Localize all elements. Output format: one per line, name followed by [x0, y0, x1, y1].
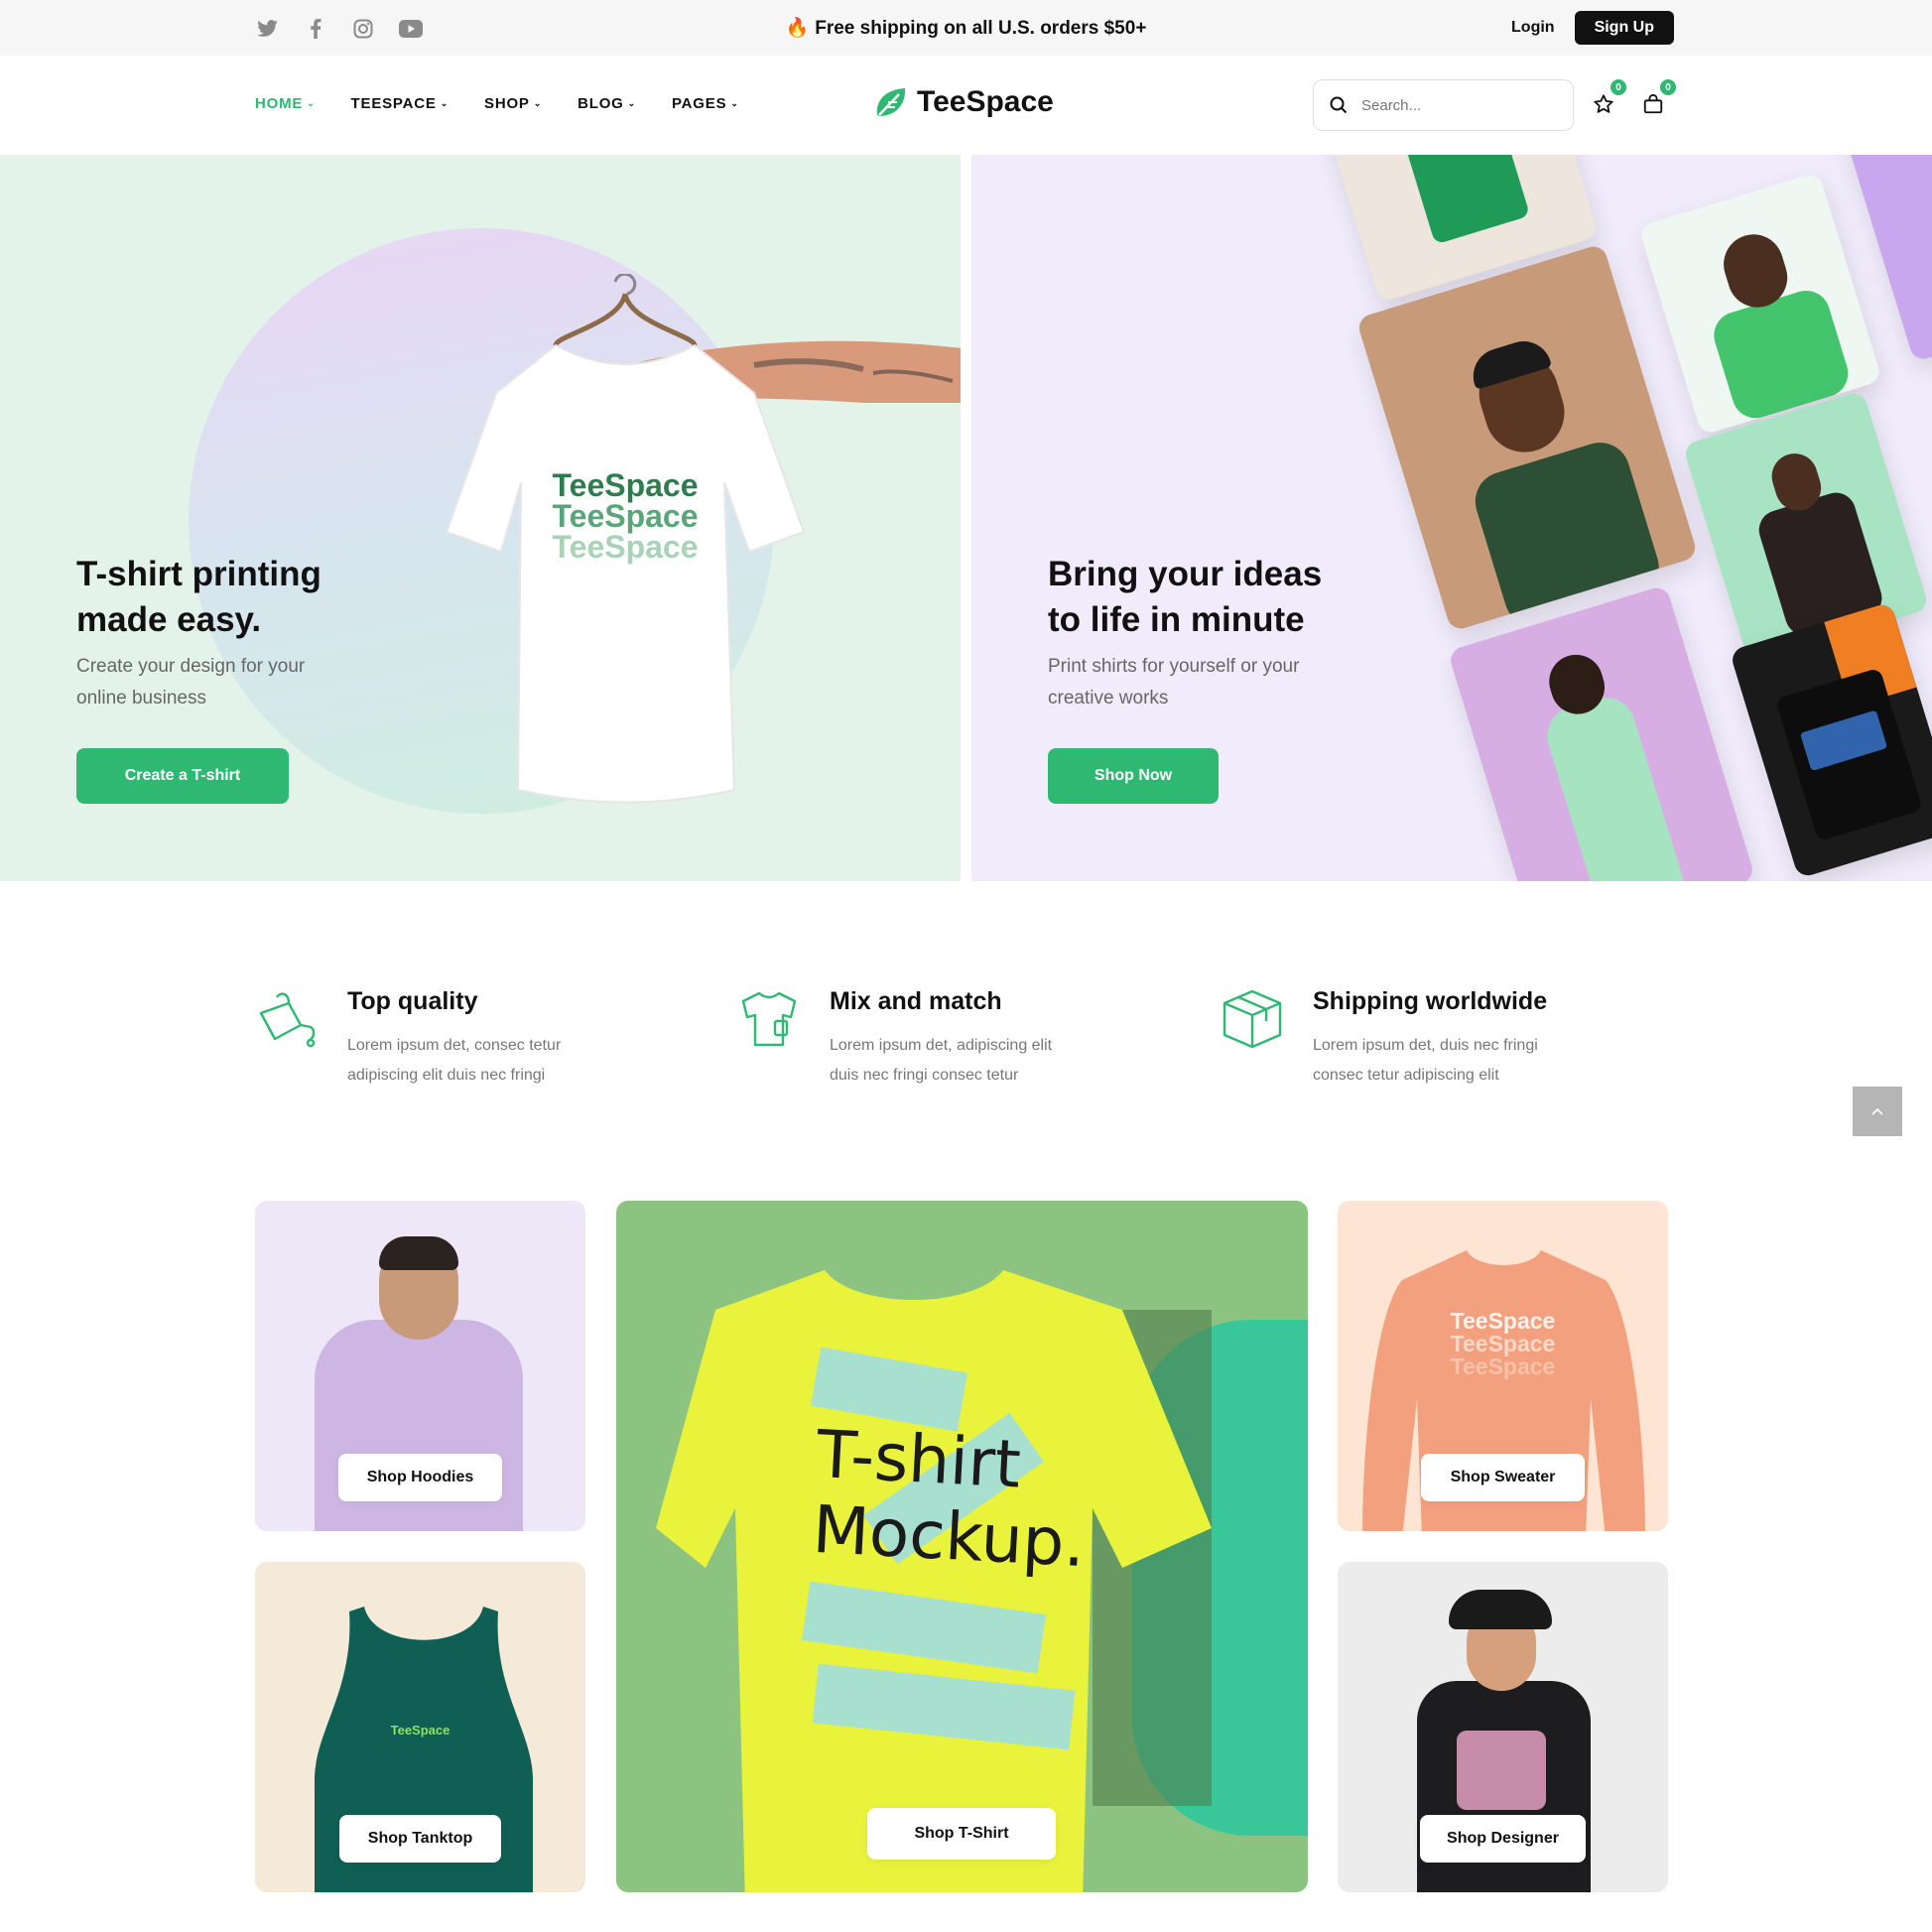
chevron-down-icon: ⌄ [627, 98, 636, 108]
box-icon [1223, 989, 1282, 1049]
site-logo[interactable]: TeeSpace [873, 85, 1054, 119]
feature-text: Lorem ipsum det, adipiscing elit duis nec… [830, 1031, 1127, 1091]
model-hair [379, 1236, 458, 1270]
title-line: to life in minute [1048, 600, 1305, 639]
title-line: made easy. [76, 600, 262, 639]
bucket-hat [1449, 1590, 1552, 1629]
main-menu: HOME ⌄ TEESPACE ⌄ SHOP ⌄ BLOG ⌄ PAGES ⌄ [255, 95, 739, 112]
sweater-print-line: TeeSpace [1450, 1308, 1556, 1334]
feature-text-line: adipiscing elit duis nec fringi [347, 1067, 546, 1084]
yellow-tshirt-shape [656, 1270, 1212, 1892]
chevron-down-icon: ⌄ [307, 98, 316, 108]
subtitle-line: online business [76, 688, 206, 708]
feature-text-line: Lorem ipsum det, consec tetur [347, 1037, 562, 1054]
chevron-down-icon: ⌄ [533, 98, 543, 108]
search-icon [1330, 96, 1348, 114]
sweater-print: TeeSpace TeeSpace TeeSpace [1338, 1310, 1668, 1378]
brand-name: TeeSpace [917, 85, 1054, 118]
shop-sweater-button[interactable]: Shop Sweater [1421, 1454, 1585, 1501]
wishlist-button[interactable]: 0 [1589, 79, 1626, 119]
hero-banner-left: TeeSpace TeeSpace TeeSpace T-shirt print… [0, 155, 961, 881]
menu-label: BLOG [578, 95, 624, 112]
shop-now-button[interactable]: Shop Now [1048, 748, 1219, 804]
wishlist-count-badge: 0 [1610, 79, 1626, 95]
photo-card-mint-tracksuit [1447, 584, 1756, 881]
title-line: T-shirt printing [76, 555, 322, 593]
login-link[interactable]: Login [1511, 19, 1555, 37]
menu-item-shop[interactable]: SHOP ⌄ [484, 95, 542, 112]
menu-label: TEESPACE [350, 95, 437, 112]
shop-designer-button[interactable]: Shop Designer [1420, 1815, 1586, 1863]
feature-text-line: consec tetur adipiscing elit [1313, 1067, 1499, 1084]
feature-text-line: Lorem ipsum det, adipiscing elit [830, 1037, 1053, 1054]
cart-count-badge: 0 [1660, 79, 1676, 95]
menu-label: PAGES [671, 95, 727, 112]
hero-right-title: Bring your ideas to life in minute [1048, 552, 1322, 643]
title-line: Bring your ideas [1048, 555, 1323, 593]
category-sweater[interactable]: TeeSpace TeeSpace TeeSpace Shop Sweater [1338, 1201, 1668, 1531]
feature-text-line: Lorem ipsum det, duis nec fringi [1313, 1037, 1538, 1054]
leaf-logo-icon [876, 88, 906, 116]
top-bar: 🔥 Free shipping on all U.S. orders $50+ L… [0, 0, 1932, 56]
photo-card-man-green-tee [1355, 243, 1699, 632]
cart-button[interactable]: 0 [1638, 79, 1676, 119]
category-tshirt[interactable]: T-shirt Mockup. Shop T-Shirt [616, 1201, 1308, 1892]
tshirt-print-line: TeeSpace [552, 467, 699, 503]
tanktop-print: TeeSpace [390, 1723, 451, 1738]
mockup-line: Mockup. [811, 1490, 1088, 1583]
paint-bucket-icon [259, 992, 316, 1048]
promo-text: Free shipping on all U.S. orders $50+ [815, 18, 1147, 39]
back-to-top-button[interactable] [1853, 1087, 1902, 1136]
menu-item-teespace[interactable]: TEESPACE ⌄ [351, 95, 449, 112]
chevron-up-icon [1871, 1107, 1883, 1115]
graphic-print [1457, 1731, 1546, 1810]
signup-button[interactable]: Sign Up [1574, 11, 1674, 45]
create-tshirt-button[interactable]: Create a T-shirt [76, 748, 289, 804]
main-header: HOME ⌄ TEESPACE ⌄ SHOP ⌄ BLOG ⌄ PAGES ⌄ TeeSp… [0, 56, 1932, 155]
feature-title: Shipping worldwide [1313, 987, 1548, 1015]
search-box[interactable] [1313, 79, 1574, 131]
shop-tshirt-button[interactable]: Shop T-Shirt [867, 1808, 1056, 1860]
subtitle-line: Create your design for your [76, 656, 306, 677]
tshirt-print-line: TeeSpace [552, 529, 699, 565]
chevron-down-icon: ⌄ [440, 98, 450, 108]
category-hoodies[interactable]: Shop Hoodies [255, 1201, 585, 1531]
category-tanktop[interactable]: TeeSpace Shop Tanktop [255, 1562, 585, 1892]
menu-label: HOME [255, 95, 304, 112]
auth-links: Login Sign Up [1511, 11, 1674, 45]
search-input[interactable] [1361, 96, 1540, 114]
photo-card-black-tee [1729, 601, 1932, 879]
shopping-bag-icon [1643, 93, 1663, 114]
category-designer[interactable]: Shop Designer [1338, 1562, 1668, 1892]
hero-left-title: T-shirt printing made easy. [76, 552, 322, 643]
subtitle-line: creative works [1048, 688, 1169, 708]
tshirt-print: TeeSpace TeeSpace TeeSpace [536, 467, 714, 565]
feature-text: Lorem ipsum det, consec tetur adipiscing … [347, 1031, 645, 1091]
hero-right-subtitle: Print shirts for yourself or your creati… [1048, 651, 1299, 714]
menu-item-pages[interactable]: PAGES ⌄ [672, 95, 739, 112]
feature-text: Lorem ipsum det, duis nec fringi consec t… [1313, 1031, 1610, 1091]
chevron-down-icon: ⌄ [730, 98, 739, 108]
shop-tanktop-button[interactable]: Shop Tanktop [339, 1815, 501, 1863]
sweater-print-line: TeeSpace [1450, 1353, 1556, 1379]
shop-hoodies-button[interactable]: Shop Hoodies [338, 1454, 502, 1501]
menu-item-blog[interactable]: BLOG ⌄ [578, 95, 636, 112]
feature-title: Top quality [347, 987, 478, 1015]
hero-banner-right: Bring your ideas to life in minute Print… [971, 155, 1932, 881]
tshirt-print-line: TeeSpace [552, 498, 699, 534]
tshirt-icon [741, 991, 797, 1047]
menu-label: SHOP [484, 95, 530, 112]
mockup-print: T-shirt Mockup. [811, 1416, 1091, 1583]
feature-title: Mix and match [830, 987, 1002, 1015]
subtitle-line: Print shirts for yourself or your [1048, 656, 1300, 677]
hero-left-subtitle: Create your design for your online busin… [76, 651, 305, 714]
sweater-print-line: TeeSpace [1450, 1331, 1556, 1356]
feature-text-line: duis nec fringi consec tetur [830, 1067, 1019, 1084]
fire-icon: 🔥 [785, 18, 810, 39]
menu-item-home[interactable]: HOME ⌄ [255, 95, 316, 112]
star-icon [1594, 94, 1613, 113]
